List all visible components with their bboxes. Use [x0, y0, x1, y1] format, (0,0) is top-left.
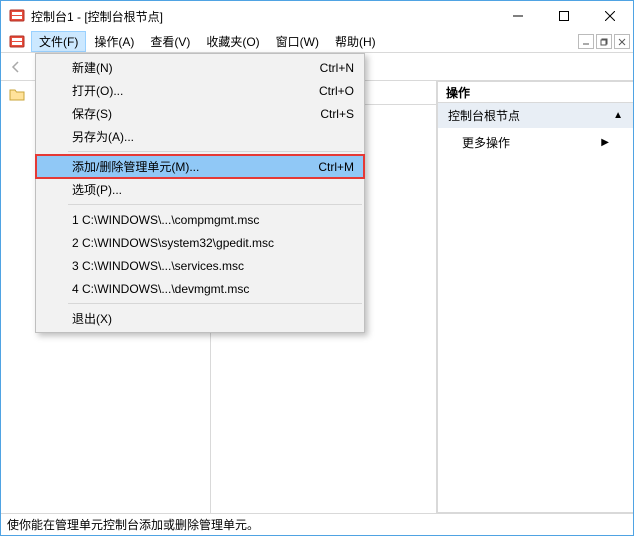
actions-body: 控制台根节点 ▲ 更多操作 ▶ [437, 103, 633, 513]
actions-pane: 操作 控制台根节点 ▲ 更多操作 ▶ [437, 81, 633, 513]
menu-item-exit[interactable]: 退出(X) [36, 307, 364, 330]
menu-item-label: 4 C:\WINDOWS\...\devmgmt.msc [72, 282, 249, 296]
actions-heading-label: 控制台根节点 [448, 107, 520, 124]
menu-help[interactable]: 帮助(H) [327, 31, 384, 52]
menu-item-recent-4[interactable]: 4 C:\WINDOWS\...\devmgmt.msc [36, 277, 364, 300]
actions-more[interactable]: 更多操作 ▶ [438, 128, 633, 157]
menu-item-label: 2 C:\WINDOWS\system32\gpedit.msc [72, 236, 274, 250]
menu-view[interactable]: 查看(V) [142, 31, 198, 52]
menu-item-shortcut: Ctrl+N [320, 61, 354, 75]
menu-action[interactable]: 操作(A) [86, 31, 142, 52]
menu-item-label: 保存(S) [72, 105, 112, 122]
menu-separator [68, 204, 362, 205]
menu-item-label: 3 C:\WINDOWS\...\services.msc [72, 259, 244, 273]
mdi-minimize-button[interactable] [578, 34, 594, 49]
menu-item-add-remove-snapin[interactable]: 添加/删除管理单元(M)... Ctrl+M [36, 155, 364, 178]
mmc-window: 控制台1 - [控制台根节点] 文件(F) 操作(A) 查看(V) 收藏夹(O)… [0, 0, 634, 536]
close-button[interactable] [587, 1, 633, 31]
file-menu-dropdown: 新建(N) Ctrl+N 打开(O)... Ctrl+O 保存(S) Ctrl+… [35, 53, 365, 333]
collapse-up-icon: ▲ [613, 110, 623, 121]
menu-item-label: 打开(O)... [72, 82, 123, 99]
titlebar: 控制台1 - [控制台根节点] [1, 1, 633, 31]
menu-favorites[interactable]: 收藏夹(O) [198, 31, 267, 52]
menu-item-save[interactable]: 保存(S) Ctrl+S [36, 102, 364, 125]
mdi-restore-button[interactable] [596, 34, 612, 49]
menu-item-recent-2[interactable]: 2 C:\WINDOWS\system32\gpedit.msc [36, 231, 364, 254]
mmc-small-icon [1, 31, 31, 52]
maximize-button[interactable] [541, 1, 587, 31]
menu-item-label: 添加/删除管理单元(M)... [72, 158, 199, 175]
menu-item-recent-1[interactable]: 1 C:\WINDOWS\...\compmgmt.msc [36, 208, 364, 231]
statusbar-text: 使你能在管理单元控制台添加或删除管理单元。 [7, 516, 259, 533]
menu-file[interactable]: 文件(F) [31, 31, 86, 52]
menu-item-label: 另存为(A)... [72, 128, 134, 145]
menu-item-shortcut: Ctrl+S [320, 107, 354, 121]
menu-item-open[interactable]: 打开(O)... Ctrl+O [36, 79, 364, 102]
folder-icon [9, 87, 25, 101]
minimize-button[interactable] [495, 1, 541, 31]
nav-back-button[interactable] [5, 56, 27, 78]
menu-item-label: 退出(X) [72, 310, 112, 327]
window-title: 控制台1 - [控制台根节点] [31, 8, 495, 25]
actions-pane-title: 操作 [437, 81, 633, 103]
menu-window[interactable]: 窗口(W) [268, 31, 327, 52]
menubar: 文件(F) 操作(A) 查看(V) 收藏夹(O) 窗口(W) 帮助(H) [1, 31, 633, 53]
menu-separator [68, 303, 362, 304]
menu-item-label: 新建(N) [72, 59, 113, 76]
menu-item-options[interactable]: 选项(P)... [36, 178, 364, 201]
mdi-close-button[interactable] [614, 34, 630, 49]
actions-more-label: 更多操作 [462, 134, 510, 151]
mmc-app-icon [9, 8, 25, 24]
menu-item-shortcut: Ctrl+O [319, 84, 354, 98]
chevron-right-icon: ▶ [601, 137, 609, 148]
menu-item-new[interactable]: 新建(N) Ctrl+N [36, 56, 364, 79]
menu-item-recent-3[interactable]: 3 C:\WINDOWS\...\services.msc [36, 254, 364, 277]
statusbar: 使你能在管理单元控制台添加或删除管理单元。 [1, 513, 633, 535]
menu-item-shortcut: Ctrl+M [318, 160, 354, 174]
actions-heading[interactable]: 控制台根节点 ▲ [438, 103, 633, 128]
mdi-controls [578, 31, 633, 52]
menu-item-label: 1 C:\WINDOWS\...\compmgmt.msc [72, 213, 259, 227]
menu-separator [68, 151, 362, 152]
menu-item-label: 选项(P)... [72, 181, 122, 198]
menu-item-save-as[interactable]: 另存为(A)... [36, 125, 364, 148]
